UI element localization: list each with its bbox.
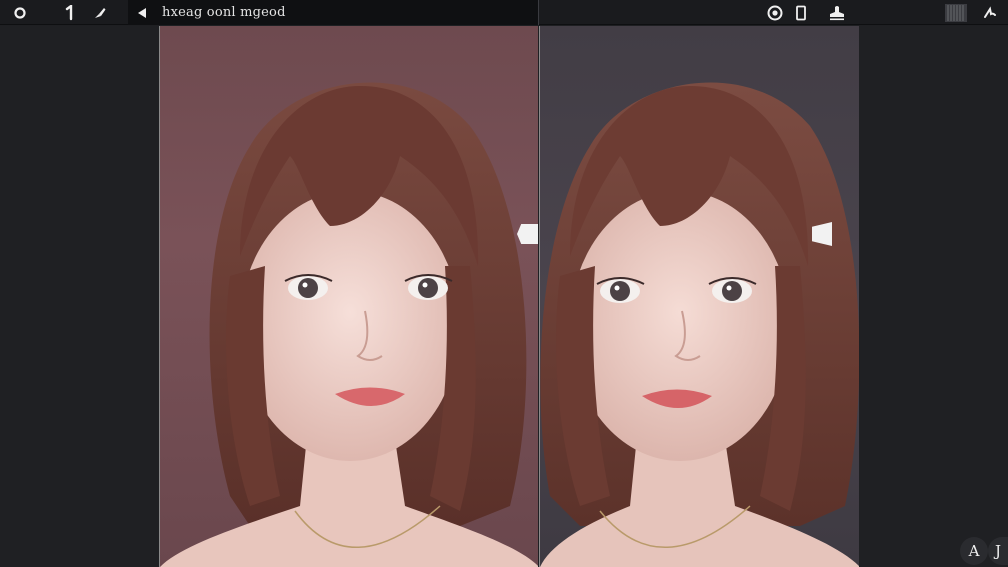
corner-button-a[interactable]: A [960, 537, 988, 565]
corner-button-j-label: J [994, 542, 1001, 560]
toolbar-divider [538, 0, 539, 25]
document-title: hxeag oonl mgeod [162, 5, 286, 20]
pen-squiggle-button[interactable] [978, 0, 1002, 25]
stamp-icon [830, 5, 844, 20]
right-tool-group [763, 0, 849, 25]
portrait-image-right [540, 82, 859, 567]
grid-pattern-icon [945, 3, 967, 22]
number-one-tool-button[interactable] [58, 0, 82, 25]
portrait-image-left [160, 82, 538, 567]
brush-tool-button[interactable] [88, 0, 112, 25]
info-button[interactable] [763, 0, 787, 25]
grid-pattern-button[interactable] [944, 0, 968, 25]
corner-button-a-label: A [968, 542, 980, 560]
far-right-tool-group [944, 0, 1002, 25]
top-toolbar: hxeag oonl mgeod [0, 0, 1008, 25]
back-button[interactable] [128, 0, 156, 25]
number-one-tool-icon [65, 4, 73, 20]
stamp-button[interactable] [825, 0, 849, 25]
triangle-left-icon [138, 7, 146, 18]
left-edge-handle[interactable] [517, 224, 538, 244]
device-frame-button[interactable] [789, 0, 813, 25]
pen-squiggle-icon [984, 5, 996, 18]
workspace: A J [0, 26, 1008, 567]
info-circle-icon [767, 5, 783, 20]
circle-tool-button[interactable] [8, 0, 32, 25]
left-tool-group [8, 0, 112, 25]
device-frame-icon [796, 5, 806, 20]
corner-button-j[interactable]: J [988, 537, 1008, 565]
right-image-canvas[interactable] [539, 26, 859, 567]
left-image-canvas[interactable] [159, 26, 538, 567]
brush-tool-icon [95, 7, 106, 18]
circle-tool-icon [14, 6, 26, 19]
document-title-bar: hxeag oonl mgeod [128, 0, 538, 25]
